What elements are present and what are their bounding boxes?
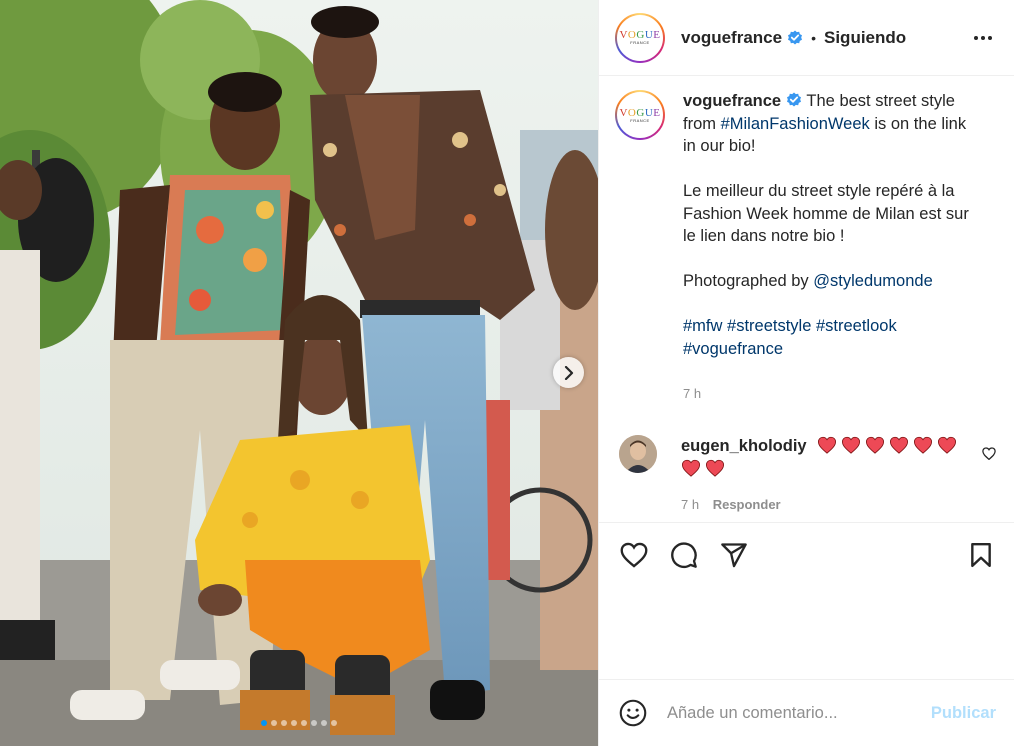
- post-actions-bar: [599, 522, 1014, 586]
- red-heart-emoji: [937, 436, 957, 454]
- photo-credit-label: Photographed by: [683, 272, 814, 290]
- chevron-right-icon: [564, 365, 573, 380]
- verified-badge-icon: [788, 30, 803, 44]
- more-options-icon[interactable]: [972, 30, 994, 46]
- caption-paragraph-french: Le meilleur du street style repéré à la …: [683, 182, 969, 245]
- like-button[interactable]: [619, 540, 649, 570]
- paper-plane-icon: [721, 542, 747, 567]
- red-heart-emoji: [865, 436, 885, 454]
- hashtag-link[interactable]: #voguefrance: [683, 340, 783, 358]
- bookmark-icon: [971, 542, 991, 567]
- post-header: VOGUE FRANCE voguefrance • Siguiendo: [599, 0, 1014, 76]
- emoji-button[interactable]: [617, 697, 649, 729]
- red-heart-emoji: [817, 436, 837, 454]
- red-heart-emoji: [841, 436, 861, 454]
- post-details-panel: VOGUE FRANCE voguefrance • Siguiendo VOG…: [598, 0, 1014, 746]
- carousel-next-button[interactable]: [553, 357, 584, 388]
- header-username[interactable]: voguefrance: [681, 28, 782, 48]
- caption-text: voguefrance The best street style from #…: [683, 90, 983, 405]
- avatar[interactable]: VOGUE FRANCE: [615, 12, 665, 63]
- logo-wordmark: VOGUE: [619, 29, 661, 41]
- comment: eugen_kholodiy 7 h Responder: [615, 435, 998, 512]
- caption-timestamp[interactable]: 7 h: [683, 383, 983, 406]
- carousel-dot: [281, 720, 287, 726]
- carousel-dot: [271, 720, 277, 726]
- comments-section[interactable]: VOGUE FRANCE voguefrance The best street…: [599, 76, 1014, 522]
- vogue-logo: VOGUE FRANCE: [617, 14, 663, 61]
- header-separator: •: [811, 29, 816, 46]
- commenter-avatar[interactable]: [619, 435, 657, 473]
- carousel-dot: [321, 720, 327, 726]
- reply-button[interactable]: Responder: [713, 497, 781, 512]
- carousel-dot: [301, 720, 307, 726]
- comment-icon: [671, 541, 697, 568]
- carousel-dot: [261, 720, 267, 726]
- likes-area: [599, 586, 1014, 680]
- carousel-dot: [291, 720, 297, 726]
- following-button[interactable]: Siguiendo: [824, 28, 906, 48]
- carousel-indicator: [0, 720, 598, 726]
- caption-username[interactable]: voguefrance: [683, 92, 781, 110]
- heart-icon: [620, 542, 648, 568]
- caption-avatar[interactable]: VOGUE FRANCE: [615, 90, 665, 140]
- red-heart-emoji: [681, 459, 701, 477]
- comment-username[interactable]: eugen_kholodiy: [681, 437, 807, 455]
- hashtag-link[interactable]: #streetstyle: [727, 317, 811, 335]
- comment-button[interactable]: [669, 540, 699, 570]
- logo-subtitle: FRANCE: [630, 117, 650, 123]
- red-heart-emoji: [889, 436, 909, 454]
- hashtag-link[interactable]: #streetlook: [816, 317, 897, 335]
- comment-timestamp[interactable]: 7 h: [681, 497, 699, 512]
- vogue-logo: VOGUE FRANCE: [617, 92, 663, 138]
- heart-icon[interactable]: [982, 447, 996, 460]
- mention-link[interactable]: @styledumonde: [813, 272, 932, 290]
- carousel-dot: [311, 720, 317, 726]
- logo-subtitle: FRANCE: [630, 40, 650, 45]
- post-photo: [0, 0, 598, 746]
- red-heart-emoji: [913, 436, 933, 454]
- hashtag-link[interactable]: #MilanFashionWeek: [721, 115, 870, 133]
- hashtag-list: #mfw #streetstyle #streetlook #voguefran…: [683, 315, 983, 360]
- verified-badge-icon: [787, 92, 802, 107]
- post-media[interactable]: [0, 0, 598, 746]
- red-heart-emoji: [705, 459, 725, 477]
- publish-button[interactable]: Publicar: [931, 704, 996, 723]
- add-comment-bar: Publicar: [599, 680, 1014, 746]
- logo-wordmark: VOGUE: [619, 106, 661, 119]
- share-button[interactable]: [719, 540, 749, 570]
- save-button[interactable]: [966, 540, 996, 570]
- avatar-image: [619, 435, 657, 473]
- caption: VOGUE FRANCE voguefrance The best street…: [615, 90, 998, 405]
- comment-input[interactable]: [667, 703, 931, 723]
- emoji-icon: [619, 699, 647, 727]
- hashtag-link[interactable]: #mfw: [683, 317, 722, 335]
- carousel-dot: [331, 720, 337, 726]
- instagram-post: VOGUE FRANCE voguefrance • Siguiendo VOG…: [0, 0, 1014, 746]
